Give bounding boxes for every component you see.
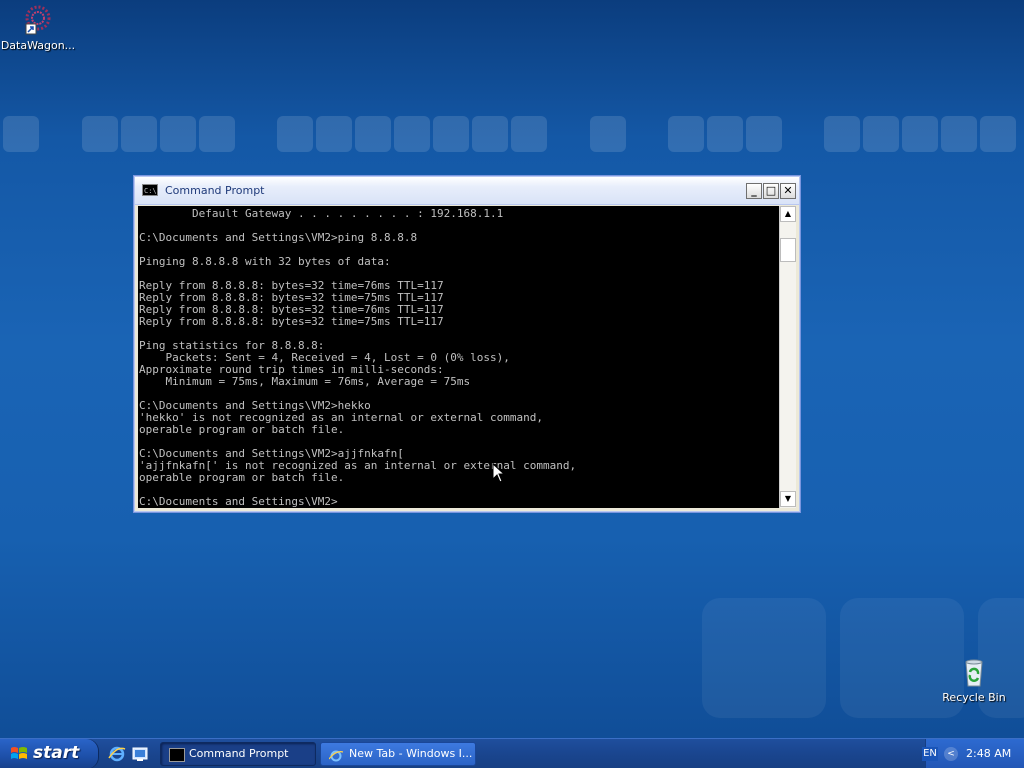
window-titlebar[interactable]: C:\ Command Prompt _ □ ✕ xyxy=(135,177,799,205)
wallpaper-tile-large xyxy=(702,598,826,718)
internet-explorer-icon[interactable] xyxy=(108,745,126,763)
taskbar: start Command Prompt New Tab - Windows I… xyxy=(0,738,1024,768)
desktop-icon-label: DataWagon... xyxy=(0,39,76,52)
clock[interactable]: 2:48 AM xyxy=(966,747,1011,760)
vertical-scrollbar[interactable]: ▲ ▼ xyxy=(779,206,796,508)
console-output[interactable]: Default Gateway . . . . . . . . . : 192.… xyxy=(138,206,779,508)
internet-explorer-icon xyxy=(328,748,344,762)
window-title: Command Prompt xyxy=(165,184,265,197)
wallpaper-tiles xyxy=(0,116,1024,156)
maximize-button[interactable]: □ xyxy=(763,183,779,199)
close-button[interactable]: ✕ xyxy=(780,183,796,199)
windows-flag-icon xyxy=(10,746,28,762)
datawagon-icon xyxy=(22,4,54,36)
desktop: DataWagon... Recycle Bin C:\ Command Pro… xyxy=(0,0,1024,768)
desktop-icon-label: Recycle Bin xyxy=(942,691,1006,704)
command-prompt-window[interactable]: C:\ Command Prompt _ □ ✕ Default Gateway… xyxy=(133,175,801,513)
chevron-left-icon[interactable]: < xyxy=(944,747,958,761)
console-icon xyxy=(169,748,185,762)
scroll-up-arrow-icon[interactable]: ▲ xyxy=(780,206,796,222)
desktop-icon-datawagon[interactable]: DataWagon... xyxy=(0,4,78,52)
start-button[interactable]: start xyxy=(0,739,98,768)
taskbar-item-label: New Tab - Windows I... xyxy=(349,747,473,760)
taskbar-item-command-prompt[interactable]: Command Prompt xyxy=(160,742,316,766)
taskbar-item-new-tab[interactable]: New Tab - Windows I... xyxy=(320,742,476,766)
mouse-cursor-icon xyxy=(492,462,506,483)
minimize-button[interactable]: _ xyxy=(746,183,762,199)
console-text: Default Gateway . . . . . . . . . : 192.… xyxy=(139,207,577,508)
scroll-thumb[interactable] xyxy=(780,238,796,262)
show-desktop-icon[interactable] xyxy=(131,745,149,763)
desktop-icon-recycle-bin[interactable]: Recycle Bin xyxy=(934,656,1014,704)
recycle-bin-icon xyxy=(958,656,990,688)
start-label: start xyxy=(33,743,80,763)
scroll-down-arrow-icon[interactable]: ▼ xyxy=(780,491,796,507)
language-indicator[interactable]: EN xyxy=(922,747,938,761)
console-icon: C:\ xyxy=(142,184,158,196)
taskbar-item-label: Command Prompt xyxy=(189,747,289,760)
